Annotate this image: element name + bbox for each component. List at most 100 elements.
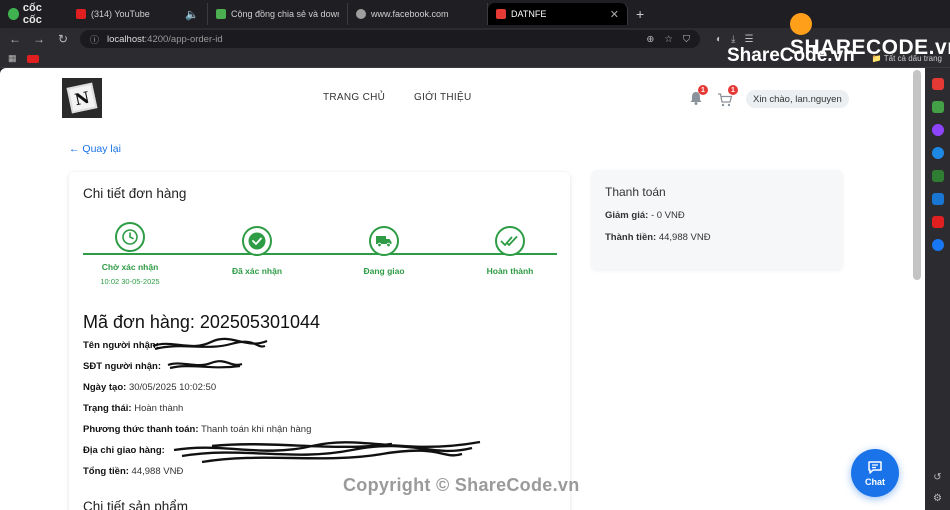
tab-youtube[interactable]: (314) YouTube 🔈 xyxy=(68,3,208,25)
sharecode-icon xyxy=(216,9,226,19)
globe-icon xyxy=(356,9,366,19)
sharecode-site-watermark: ShareCode.vn xyxy=(727,45,855,66)
zoom-icon[interactable]: ⊕ xyxy=(646,34,654,45)
payment-card: Thanh toán Giảm giá: - 0 VNĐ Thành tiền:… xyxy=(591,170,843,270)
step-time: 10:02 30-05-2025 xyxy=(100,277,160,286)
redaction-scribble xyxy=(167,360,243,370)
url-host: localhost xyxy=(107,33,145,45)
chat-label: Chat xyxy=(865,476,885,487)
tab-datnfe[interactable]: DATNFE ✕ xyxy=(488,3,628,25)
final-total-row: Thành tiền: 44,988 VNĐ xyxy=(605,232,711,243)
game-icon[interactable] xyxy=(931,170,944,182)
site-header: N TRANG CHỦ GIỚI THIỆU 1 1 Xin chào, lan… xyxy=(0,68,913,130)
step-confirmed: Đã xác nhận xyxy=(210,226,304,276)
angular-icon xyxy=(496,9,506,19)
step-pending: Chờ xác nhận 10:02 30-05-2025 xyxy=(83,222,177,286)
tab-sharecode[interactable]: Cộng đồng chia sẻ và download xyxy=(208,3,348,25)
browser-side-panel: ↺ ⚙ xyxy=(925,68,950,510)
new-tab-button[interactable]: + xyxy=(628,6,652,22)
nav-about[interactable]: GIỚI THIỆU xyxy=(414,92,472,103)
field-label: Tên người nhận: xyxy=(83,340,159,351)
translate-icon[interactable] xyxy=(931,193,944,205)
step-label: Đang giao xyxy=(363,266,405,276)
notification-badge: 1 xyxy=(698,85,708,95)
speaker-icon[interactable]: 🔈 xyxy=(185,8,199,21)
messenger-icon[interactable] xyxy=(931,124,944,136)
products-title: Chi tiết sản phẩm xyxy=(83,499,189,510)
shield-icon[interactable]: ⛉ xyxy=(683,34,690,45)
sidebar-add-icon[interactable] xyxy=(931,78,944,90)
field-label: Tổng tiền: xyxy=(83,466,129,477)
field-label: Trạng thái: xyxy=(83,403,132,414)
tab-title: (314) YouTube xyxy=(91,9,150,19)
redaction-scribble xyxy=(152,337,268,351)
cart-icon[interactable]: 1 xyxy=(717,85,738,108)
url-path: :4200/app-order-id xyxy=(144,33,223,45)
clock-icon xyxy=(115,222,145,252)
forward-arrow-icon[interactable]: → xyxy=(32,32,46,46)
zalo-icon[interactable] xyxy=(931,147,944,159)
discount-label: Giảm giá: xyxy=(605,210,649,221)
reload-icon[interactable]: ↻ xyxy=(56,32,70,46)
step-label: Đã xác nhận xyxy=(231,266,283,276)
shipping-address: Địa chỉ giao hàng: xyxy=(83,445,165,456)
address-bar[interactable]: ⓘ localhost:4200/app-order-id ⊕ ☆ ⛉ xyxy=(80,30,700,48)
field-value: Thanh toán khi nhận hàng xyxy=(200,424,312,435)
apps-grid-icon[interactable]: ▦ xyxy=(8,53,17,64)
notification-bell-icon[interactable]: 1 xyxy=(688,85,708,106)
sidebar-ai-icon[interactable] xyxy=(931,101,944,113)
tab-title: www.facebook.com xyxy=(371,9,449,19)
chat-button[interactable]: Chat xyxy=(851,449,899,497)
created-date: Ngày tạo: 30/05/2025 10:02:50 xyxy=(83,382,216,393)
tab-title: DATNFE xyxy=(511,9,547,19)
back-link[interactable]: ← Quay lại xyxy=(69,143,121,155)
browser-brand-label: cốc cốc xyxy=(22,2,42,26)
field-label: Ngày tạo: xyxy=(83,382,127,393)
menu-icon[interactable]: ☰ xyxy=(744,34,753,45)
youtube-bookmark-icon[interactable] xyxy=(26,54,39,63)
coccoc-logo-icon xyxy=(8,8,19,20)
tab-title: Cộng đồng chia sẻ và download xyxy=(231,9,339,19)
extension-icon[interactable]: ◐ xyxy=(716,34,722,45)
payment-title: Thanh toán xyxy=(605,185,666,199)
double-check-icon xyxy=(495,226,525,256)
receiver-name: Tên người nhận: xyxy=(83,340,159,351)
step-shipping: Đang giao xyxy=(337,226,431,276)
youtube-side-icon[interactable] xyxy=(931,216,944,228)
step-label: Hoàn thành xyxy=(486,266,534,276)
settings-gear-icon[interactable]: ⚙ xyxy=(933,493,942,504)
field-value: 30/05/2025 10:02:50 xyxy=(128,382,217,393)
chat-bubble-icon xyxy=(868,460,882,474)
field-label: Phương thức thanh toán: xyxy=(83,424,199,435)
history-icon[interactable]: ↺ xyxy=(933,472,941,483)
step-label: Chờ xác nhận xyxy=(101,262,159,272)
site-logo[interactable]: N xyxy=(62,78,102,118)
total-amount: Tổng tiền: 44,988 VNĐ xyxy=(83,466,183,477)
order-status: Trạng thái: Hoàn thành xyxy=(83,403,183,414)
copyright-watermark: Copyright © ShareCode.vn xyxy=(343,475,580,495)
field-label: SĐT người nhận: xyxy=(83,361,162,372)
info-icon[interactable]: ⓘ xyxy=(90,33,99,46)
order-code: Mã đơn hàng: 202505301044 xyxy=(83,312,321,332)
tab-facebook[interactable]: www.facebook.com xyxy=(348,3,488,25)
facebook-icon[interactable] xyxy=(931,239,944,251)
receiver-phone: SĐT người nhận: xyxy=(83,361,161,372)
close-tab-icon[interactable]: ✕ xyxy=(610,8,619,21)
sharecode-mark-icon xyxy=(790,13,812,36)
discount-row: Giảm giá: - 0 VNĐ xyxy=(605,210,685,221)
download-icon[interactable]: ⤓ xyxy=(731,34,735,45)
browser-brand[interactable]: cốc cốc xyxy=(0,2,68,26)
youtube-icon xyxy=(76,9,86,19)
back-arrow-icon[interactable]: ← xyxy=(8,32,22,46)
final-total-value: 44,988 VNĐ xyxy=(658,232,711,243)
star-icon[interactable]: ☆ xyxy=(664,34,673,45)
payment-method: Phương thức thanh toán: Thanh toán khi n… xyxy=(83,424,311,435)
step-completed: Hoàn thành xyxy=(463,226,557,276)
page-viewport: N TRANG CHỦ GIỚI THIỆU 1 1 Xin chào, lan… xyxy=(0,68,925,510)
user-greeting[interactable]: Xin chào, lan.nguyen xyxy=(746,90,849,108)
check-circle-icon xyxy=(242,226,272,256)
nav-home[interactable]: TRANG CHỦ xyxy=(323,92,385,103)
page-scrollbar[interactable] xyxy=(913,70,921,280)
order-detail-title: Chi tiết đơn hàng xyxy=(83,186,187,201)
final-total-label: Thành tiền: xyxy=(605,232,657,243)
